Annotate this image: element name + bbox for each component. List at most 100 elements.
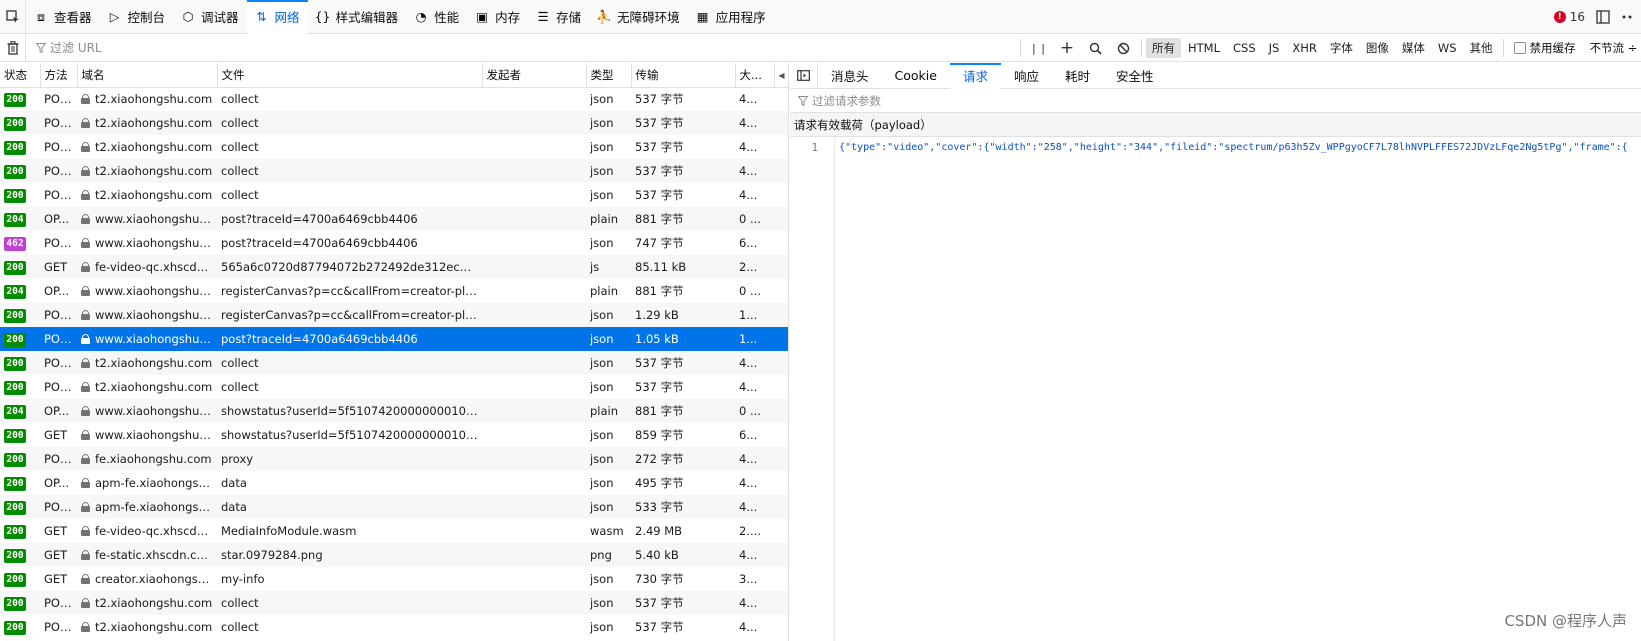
request-row[interactable]: 200 POST apm-fe.xiaohongshu.... data json 533…: [0, 495, 788, 519]
detail-tab[interactable]: 响应: [1001, 63, 1052, 89]
request-row[interactable]: 200 POST t2.xiaohongshu.com collect json 537 …: [0, 111, 788, 135]
request-row[interactable]: 200 POST fe.xiaohongshu.com proxy json 272 字节…: [0, 447, 788, 471]
tab-memory[interactable]: ▣ 内存: [467, 0, 528, 34]
type-filter-button[interactable]: HTML: [1182, 38, 1226, 58]
cell-type: plain: [590, 284, 619, 298]
request-row[interactable]: 200 POST t2.xiaohongshu.com collect json 537 …: [0, 351, 788, 375]
payload-section-header[interactable]: 请求有效载荷（payload）: [790, 113, 1641, 137]
detail-tab[interactable]: 消息头: [818, 63, 882, 89]
request-row[interactable]: 204 OP... www.xiaohongshu.com post?traceId=…: [0, 207, 788, 231]
domain-text: www.xiaohongshu.com: [95, 332, 217, 346]
request-row[interactable]: 200 POST www.xiaohongshu.com registerCanvas…: [0, 303, 788, 327]
type-filter-button[interactable]: WS: [1432, 38, 1463, 58]
cell-method: POST: [40, 591, 77, 615]
tab-debugger[interactable]: ⬡ 调试器: [173, 0, 247, 34]
request-row[interactable]: 200 POST t2.xiaohongshu.com collect json 537 …: [0, 87, 788, 111]
request-row[interactable]: 200 POST www.xiaohongshu.com post?traceId=4…: [0, 327, 788, 351]
cell-transfer: 881 字节: [631, 399, 735, 423]
tab-performance[interactable]: ◔ 性能: [406, 0, 467, 34]
column-header[interactable]: 域名: [77, 63, 218, 88]
collapse-panel-icon[interactable]: ◀: [774, 63, 788, 87]
detail-tab[interactable]: Cookie: [882, 63, 950, 89]
cell-domain: www.xiaohongshu.com: [77, 399, 217, 423]
pause-button[interactable]: | |: [1025, 34, 1053, 62]
type-filter-button[interactable]: 字体: [1324, 38, 1359, 58]
cell-initiator: [482, 255, 586, 279]
disable-cache-checkbox[interactable]: [1513, 42, 1526, 54]
disable-cache-toggle[interactable]: 禁用缓存: [1513, 40, 1576, 56]
cell-file: registerCanvas?p=cc&callFrom=creator-pla…: [217, 303, 482, 327]
request-row[interactable]: 200 POST t2.xiaohongshu.com collect json 537 …: [0, 183, 788, 207]
tab-application[interactable]: ▦ 应用程序: [688, 0, 774, 34]
cell-domain: fe-static.xhscdn.com: [77, 543, 217, 567]
column-header[interactable]: 发起者: [482, 63, 587, 88]
request-row[interactable]: 200 GET fe-video-qc.xhscdn.c... 565a6c0720d…: [0, 255, 788, 279]
url-filter-input[interactable]: 过滤 URL: [26, 39, 1006, 56]
tab-console[interactable]: ▷ 控制台: [100, 0, 174, 34]
status-badge: 200: [4, 357, 26, 371]
throttle-select[interactable]: 不节流 ÷: [1590, 40, 1638, 56]
column-header[interactable]: 传输: [631, 63, 736, 88]
type-filter-button[interactable]: JS: [1263, 38, 1286, 58]
request-row[interactable]: 200 OP... apm-fe.xiaohongshu.... data json 49…: [0, 471, 788, 495]
line-gutter: 1: [790, 138, 835, 641]
tab-network[interactable]: ⇅ 网络: [246, 0, 308, 34]
request-row[interactable]: 204 OP... www.xiaohongshu.com registerCanva…: [0, 279, 788, 303]
search-icon: [1089, 42, 1102, 55]
request-row[interactable]: 462 POST www.xiaohongshu.com post?traceId=4…: [0, 231, 788, 255]
lock-icon: [81, 430, 90, 440]
type-filter-button[interactable]: XHR: [1286, 38, 1323, 58]
tab-inspector[interactable]: ⧈ 查看器: [26, 0, 100, 34]
status-badge: 200: [4, 501, 26, 515]
pause-icon: | |: [1032, 41, 1046, 55]
cell-initiator: [482, 159, 586, 183]
cell-type: json: [590, 188, 614, 202]
detail-tab[interactable]: 请求: [949, 62, 1001, 89]
request-row[interactable]: 200 GET creator.xiaohongshu.... my-info json…: [0, 567, 788, 591]
payload-code-line[interactable]: {"type":"video","cover":{"width":"258","…: [839, 142, 1639, 153]
tab-storage[interactable]: ☰ 存储: [528, 0, 589, 34]
column-header[interactable]: 类型: [586, 63, 632, 88]
request-row[interactable]: 200 GET www.xiaohongshu.com showstatus?user…: [0, 423, 788, 447]
dock-toggle-icon[interactable]: [1595, 9, 1611, 25]
payload-editor[interactable]: 1 {"type":"video","cover":{"width":"258"…: [790, 138, 1641, 641]
type-filter-button[interactable]: 所有: [1146, 38, 1181, 58]
status-badge: 200: [4, 621, 26, 635]
request-row[interactable]: 204 OP... www.xiaohongshu.com showstatus?us…: [0, 399, 788, 423]
request-row[interactable]: 200 POST t2.xiaohongshu.com collect json 537 …: [0, 375, 788, 399]
type-filter-button[interactable]: CSS: [1227, 38, 1262, 58]
cell-type: json: [590, 92, 614, 107]
column-header[interactable]: 文件: [217, 63, 483, 88]
toggle-sidebar-button[interactable]: [790, 62, 818, 89]
request-row[interactable]: 200 POST t2.xiaohongshu.com collect json 537 …: [0, 159, 788, 183]
cell-file: post?traceId=4700a6469cbb4406: [217, 207, 482, 231]
performance-icon: ◔: [415, 9, 427, 24]
cell-status: 462: [0, 231, 40, 255]
tab-accessibility[interactable]: ⛹ 无障碍环境: [589, 0, 688, 34]
element-picker-button[interactable]: [0, 0, 26, 34]
request-row[interactable]: 200 POST t2.xiaohongshu.com collect json 537 …: [0, 135, 788, 159]
request-row[interactable]: 200 POST t2.xiaohongshu.com collect json 537 …: [0, 615, 788, 639]
clear-requests-button[interactable]: [0, 33, 26, 62]
column-header[interactable]: 状态: [0, 63, 41, 88]
request-row[interactable]: 200 GET fe-video-qc.xhscdn.c... MediaInfoMo…: [0, 519, 788, 543]
tab-style-editor[interactable]: {} 样式编辑器: [308, 0, 407, 34]
detail-tab[interactable]: 安全性: [1103, 63, 1167, 89]
request-row[interactable]: 200 GET fe-static.xhscdn.com star.0979284.p…: [0, 543, 788, 567]
search-button[interactable]: [1081, 34, 1109, 62]
param-filter-input[interactable]: 过滤请求参数: [790, 89, 1641, 113]
lock-icon: [81, 478, 90, 488]
error-count-badge[interactable]: ! 16: [1553, 10, 1585, 24]
detail-tab[interactable]: 耗时: [1052, 63, 1103, 89]
request-row[interactable]: 200 POST t2.xiaohongshu.com collect json 537 …: [0, 591, 788, 615]
type-filter-button[interactable]: 媒体: [1396, 38, 1431, 58]
filter-icon: [798, 95, 808, 106]
cell-status: 200: [0, 159, 40, 183]
column-header[interactable]: 方法: [40, 63, 78, 88]
new-request-button[interactable]: +: [1053, 34, 1081, 62]
cell-type: json: [586, 303, 631, 327]
more-options-icon[interactable]: [1621, 9, 1635, 25]
type-filter-button[interactable]: 图像: [1360, 38, 1395, 58]
type-filter-button[interactable]: 其他: [1464, 38, 1499, 58]
block-requests-button[interactable]: [1109, 34, 1137, 62]
